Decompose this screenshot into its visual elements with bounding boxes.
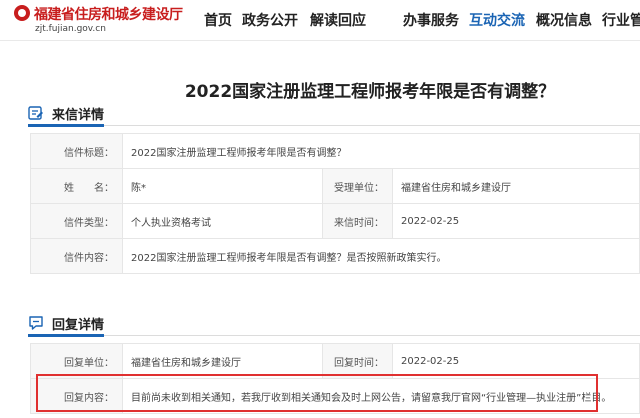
letter-table: 信件标题： 2022国家注册监理工程师报考年限是否有调整？ 姓 名： 陈* 受理…: [30, 133, 640, 274]
table-row: 信件内容： 2022国家注册监理工程师报考年限是否有调整？是否按照新政策实行。: [30, 238, 640, 274]
title-label: 信件标题：: [30, 133, 123, 169]
chat-icon: [29, 316, 43, 330]
reply-section-header: 回复详情: [28, 313, 640, 337]
highlight-box: [36, 374, 598, 412]
logo-domain: zjt.fujian.gov.cn: [35, 24, 106, 34]
type-label: 信件类型：: [30, 203, 123, 239]
title-value: 2022国家注册监理工程师报考年限是否有调整？: [122, 133, 640, 169]
nav-industry[interactable]: 行业管理: [602, 10, 640, 30]
content-value: 2022国家注册监理工程师报考年限是否有调整？是否按照新政策实行。: [122, 238, 640, 274]
nav-interaction[interactable]: 互动交流: [469, 10, 525, 30]
letter-section-header: 来信详情: [28, 103, 640, 127]
table-row: 信件类型： 个人执业资格考试 来信时间： 2022-02-25: [30, 203, 640, 239]
time-value: 2022-02-25: [392, 203, 640, 239]
name-value: 陈*: [122, 168, 323, 204]
mail-icon: [28, 106, 43, 120]
site-header: 福建省住房和城乡建设厅 zjt.fujian.gov.cn 首页 政务公开 解读…: [0, 0, 640, 41]
site-logo[interactable]: 福建省住房和城乡建设厅 zjt.fujian.gov.cn: [14, 4, 184, 38]
nav-gov-affairs[interactable]: 政务公开: [242, 10, 298, 30]
nav-overview[interactable]: 概况信息: [536, 10, 592, 30]
table-row: 信件标题： 2022国家注册监理工程师报考年限是否有调整？: [30, 133, 640, 169]
unit-value: 福建省住房和城乡建设厅: [392, 168, 640, 204]
time-label: 来信时间：: [322, 203, 393, 239]
type-value: 个人执业资格考试: [122, 203, 323, 239]
section-underline: [28, 334, 104, 337]
content-label: 信件内容：: [30, 238, 123, 274]
nav-services[interactable]: 办事服务: [403, 10, 459, 30]
unit-label: 受理单位：: [322, 168, 393, 204]
emblem-icon: [14, 5, 30, 21]
section-underline: [28, 124, 104, 127]
table-row: 姓 名： 陈* 受理单位： 福建省住房和城乡建设厅: [30, 168, 640, 204]
page-title: 2022国家注册监理工程师报考年限是否有调整？: [184, 82, 556, 102]
letter-section-title: 来信详情: [52, 108, 105, 123]
name-label: 姓 名：: [30, 168, 123, 204]
nav-interpretation[interactable]: 解读回应: [310, 10, 366, 30]
logo-text: 福建省住房和城乡建设厅: [34, 7, 183, 23]
reply-section-title: 回复详情: [52, 318, 105, 333]
nav-home[interactable]: 首页: [204, 10, 232, 30]
